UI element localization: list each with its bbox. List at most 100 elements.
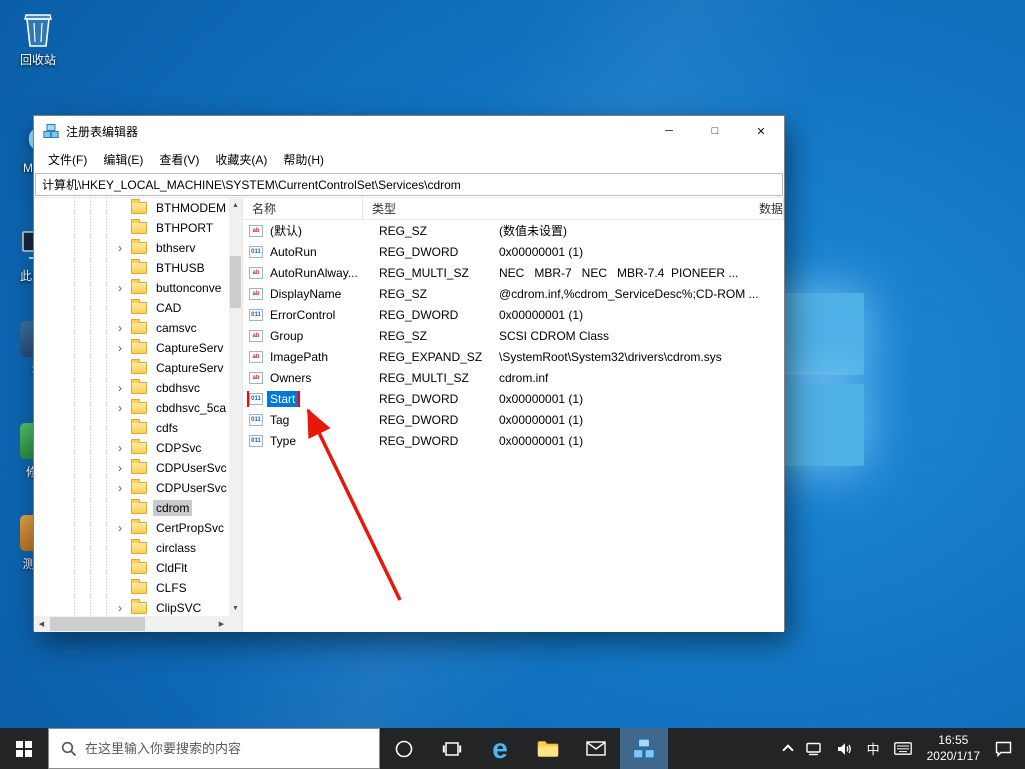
tree-item[interactable]: cdrom [34, 498, 229, 518]
tree-item[interactable]: cbdhsvc_5ca [34, 398, 229, 418]
tree-item[interactable]: BTHUSB [34, 258, 229, 278]
tree-item[interactable]: CDPUserSvc [34, 478, 229, 498]
close-button[interactable]: ✕ [738, 116, 784, 146]
folder-icon [131, 599, 147, 614]
value-name-cell[interactable]: 011 Tag [243, 412, 370, 428]
tree-item[interactable]: CertPropSvc [34, 518, 229, 538]
tree-horizontal-scrollbar[interactable] [34, 616, 242, 632]
registry-value-row[interactable]: ab AutoRunAlway... REG_MULTI_SZ NEC MBR-… [243, 262, 784, 283]
menu-item[interactable]: 文件(F) [40, 147, 95, 172]
minimize-button[interactable]: ─ [646, 116, 692, 146]
tree-item[interactable]: CldFlt [34, 558, 229, 578]
tree-item[interactable]: CLFS [34, 578, 229, 598]
chevron-right-icon[interactable] [118, 382, 131, 394]
registry-value-row[interactable]: 011 Type REG_DWORD 0x00000001 (1) [243, 430, 784, 451]
value-name-cell[interactable]: 011 ErrorControl [243, 307, 370, 323]
touch-keyboard-icon[interactable] [887, 728, 919, 769]
network-tray-icon[interactable] [799, 728, 830, 769]
ime-indicator[interactable]: 中 [860, 728, 887, 769]
menu-item[interactable]: 帮助(H) [275, 147, 332, 172]
registry-value-row[interactable]: ab Owners REG_MULTI_SZ cdrom.inf [243, 367, 784, 388]
scrollbar-thumb[interactable] [230, 256, 241, 308]
file-explorer-button[interactable] [524, 728, 572, 769]
tree-item[interactable]: circlass [34, 538, 229, 558]
column-header[interactable]: 名称 [243, 198, 363, 219]
search-input[interactable] [85, 741, 379, 756]
value-name-cell[interactable]: ab AutoRunAlway... [243, 265, 370, 281]
tree-item[interactable]: CaptureServ [34, 338, 229, 358]
menu-item[interactable]: 编辑(E) [95, 147, 151, 172]
taskbar-clock[interactable]: 16:55 2020/1/17 [919, 728, 988, 769]
menu-item[interactable]: 查看(V) [151, 147, 207, 172]
chevron-right-icon[interactable] [118, 242, 131, 254]
folder-icon [131, 319, 147, 334]
scroll-down-icon[interactable] [229, 601, 242, 616]
tray-expand-button[interactable] [777, 728, 799, 769]
tree-item[interactable]: BTHPORT [34, 218, 229, 238]
edge-taskbar-button[interactable] [476, 728, 524, 769]
registry-value-row[interactable]: 011 Start REG_DWORD 0x00000001 (1) [243, 388, 784, 409]
registry-value-type-icon: ab [249, 266, 263, 279]
registry-value-row[interactable]: 011 AutoRun REG_DWORD 0x00000001 (1) [243, 241, 784, 262]
tree-item[interactable]: BTHMODEM [34, 198, 229, 218]
chevron-right-icon[interactable] [118, 402, 131, 414]
registry-value-type-icon: 011 [249, 308, 263, 321]
start-button[interactable] [0, 728, 48, 769]
registry-value-row[interactable]: 011 Tag REG_DWORD 0x00000001 (1) [243, 409, 784, 430]
value-name-cell[interactable]: ab DisplayName [243, 286, 370, 302]
folder-icon [131, 239, 147, 254]
registry-value-row[interactable]: ab ImagePath REG_EXPAND_SZ \SystemRoot\S… [243, 346, 784, 367]
chevron-right-icon[interactable] [118, 602, 131, 614]
volume-tray-icon[interactable] [830, 728, 860, 769]
maximize-button[interactable]: □ [692, 116, 738, 146]
scroll-right-icon[interactable] [214, 616, 229, 632]
value-name-cell[interactable]: ab Owners [243, 370, 370, 386]
tree-item[interactable]: CDPSvc [34, 438, 229, 458]
menu-item[interactable]: 收藏夹(A) [207, 147, 275, 172]
folder-icon [131, 479, 147, 494]
value-name-cell[interactable]: ab Group [243, 328, 370, 344]
value-name-cell[interactable]: 011 Type [243, 433, 370, 449]
tree-item[interactable]: camsvc [34, 318, 229, 338]
tree-item[interactable]: bthserv [34, 238, 229, 258]
title-bar[interactable]: 注册表编辑器 ─ □ ✕ [34, 116, 784, 146]
chevron-right-icon[interactable] [118, 442, 131, 454]
mail-button[interactable] [572, 728, 620, 769]
cortana-button[interactable] [380, 728, 428, 769]
column-headers: 名称 类型 数据 [243, 198, 784, 220]
chevron-right-icon[interactable] [118, 282, 131, 294]
value-name-cell[interactable]: ab (默认) [243, 221, 370, 240]
chevron-right-icon[interactable] [118, 322, 131, 334]
scroll-up-icon[interactable] [229, 198, 242, 213]
tree-item[interactable]: CaptureServ [34, 358, 229, 378]
registry-value-row[interactable]: ab DisplayName REG_SZ @cdrom.inf,%cdrom_… [243, 283, 784, 304]
tree-item[interactable]: CDPUserSvc [34, 458, 229, 478]
scrollbar-thumb[interactable] [50, 617, 145, 631]
registry-value-row[interactable]: ab (默认) REG_SZ (数值未设置) [243, 220, 784, 241]
chevron-right-icon[interactable] [118, 522, 131, 534]
tree-item[interactable]: CAD [34, 298, 229, 318]
action-center-button[interactable] [988, 728, 1019, 769]
tree-item[interactable]: cdfs [34, 418, 229, 438]
tree-item[interactable]: buttonconve [34, 278, 229, 298]
task-view-button[interactable] [428, 728, 476, 769]
taskbar-search[interactable] [48, 728, 380, 769]
column-header[interactable]: 数据 [750, 198, 784, 219]
chevron-right-icon[interactable] [118, 462, 131, 474]
registry-value-row[interactable]: ab Group REG_SZ SCSI CDROM Class [243, 325, 784, 346]
value-name-cell[interactable]: 011 AutoRun [243, 244, 370, 260]
value-name-cell[interactable]: ab ImagePath [243, 349, 370, 365]
desktop-icon-recycle-bin[interactable]: 回收站 [6, 8, 70, 68]
regedit-taskbar-button[interactable] [620, 728, 668, 769]
column-header[interactable]: 类型 [363, 198, 750, 219]
registry-path-input[interactable] [35, 173, 783, 196]
tree-item[interactable]: cbdhsvc [34, 378, 229, 398]
value-name-cell[interactable]: 011 Start [243, 390, 370, 407]
value-data-cell: SCSI CDROM Class [499, 328, 610, 343]
tree-item[interactable]: ClipSVC [34, 598, 229, 616]
tree-vertical-scrollbar[interactable] [229, 198, 242, 616]
chevron-right-icon[interactable] [118, 482, 131, 494]
registry-value-row[interactable]: 011 ErrorControl REG_DWORD 0x00000001 (1… [243, 304, 784, 325]
chevron-right-icon[interactable] [118, 342, 131, 354]
scroll-left-icon[interactable] [34, 616, 49, 632]
